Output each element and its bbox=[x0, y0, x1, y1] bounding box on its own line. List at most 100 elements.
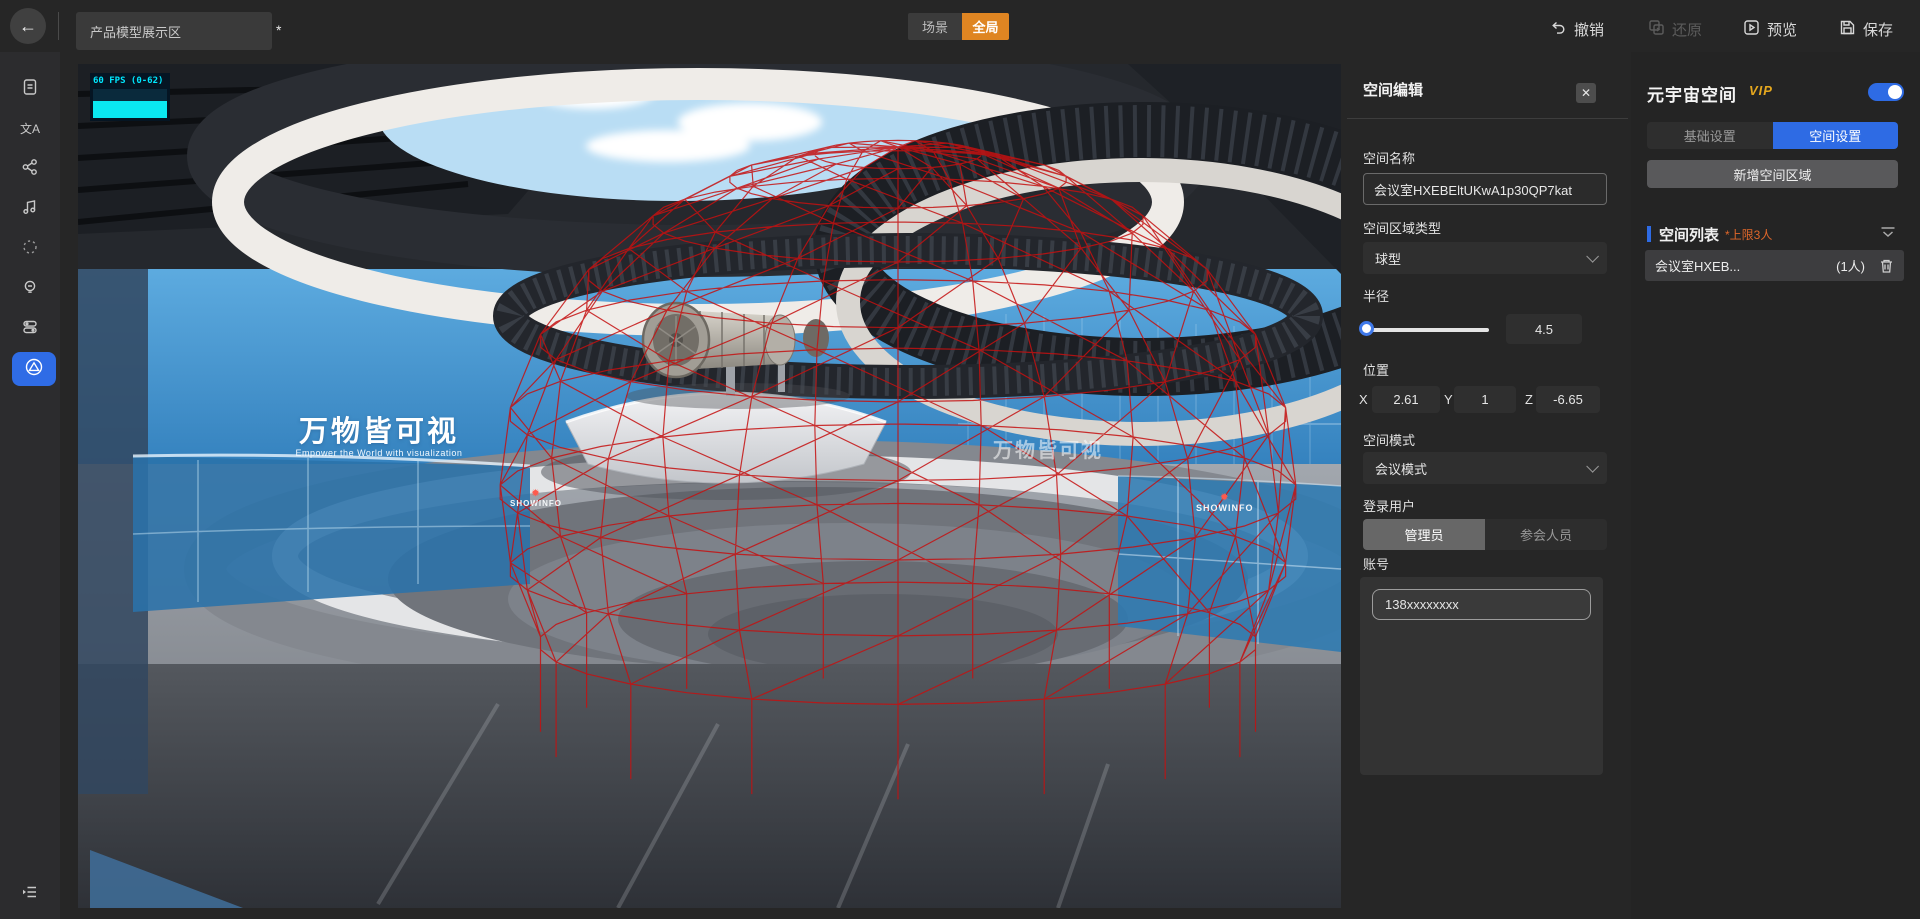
music-icon bbox=[21, 198, 39, 221]
space-list-limit: *上限3人 bbox=[1725, 226, 1772, 243]
logo-mark-icon: ✹ bbox=[1196, 492, 1254, 503]
radius-value-box[interactable]: 4.5 bbox=[1506, 314, 1582, 344]
fps-readout: 60 FPS (0-62) bbox=[90, 73, 170, 86]
trash-icon[interactable] bbox=[1879, 258, 1894, 274]
project-title-input[interactable] bbox=[76, 12, 272, 50]
axis-x-label: X bbox=[1359, 392, 1368, 407]
account-label: 账号 bbox=[1363, 554, 1389, 573]
undo-icon bbox=[1550, 19, 1567, 40]
share-icon bbox=[21, 158, 39, 181]
space-name-input[interactable] bbox=[1363, 173, 1607, 205]
showinfo-logo-right: ✹ SHOWINFO bbox=[1196, 492, 1254, 513]
space-item-count: (1人) bbox=[1836, 256, 1865, 275]
redo-label: 还原 bbox=[1672, 19, 1702, 40]
save-label: 保存 bbox=[1863, 19, 1893, 40]
sidebar-item-loading[interactable] bbox=[0, 230, 60, 268]
metaverse-title: 元宇宙空间 bbox=[1647, 81, 1737, 106]
position-z-input[interactable]: -6.65 bbox=[1536, 386, 1600, 413]
position-x-input[interactable]: 2.61 bbox=[1372, 386, 1440, 413]
login-user-label: 登录用户 bbox=[1363, 496, 1415, 515]
position-y-input[interactable]: 1 bbox=[1454, 386, 1516, 413]
save-button[interactable]: 保存 bbox=[1839, 17, 1893, 41]
fps-graph bbox=[93, 89, 167, 118]
tool-sidebar: 文A bbox=[0, 52, 60, 919]
showroom-render bbox=[78, 64, 1341, 908]
preview-label: 预览 bbox=[1767, 19, 1797, 40]
chevron-down-icon bbox=[1586, 250, 1599, 263]
position-label: 位置 bbox=[1363, 360, 1389, 379]
settings-tabs: 基础设置 空间设置 bbox=[1647, 122, 1898, 149]
sidebar-item-controls[interactable] bbox=[0, 310, 60, 348]
redo-button[interactable]: 还原 bbox=[1648, 17, 1702, 41]
top-toolbar: ← * 场景 全局 撤销 还原 预览 保存 bbox=[0, 0, 1920, 52]
axis-z-label: Z bbox=[1525, 392, 1533, 407]
preview-button[interactable]: 预览 bbox=[1743, 17, 1797, 41]
participant-tab[interactable]: 参会人员 bbox=[1485, 519, 1607, 550]
translate-icon: 文A bbox=[20, 123, 40, 135]
radius-slider-thumb[interactable] bbox=[1359, 321, 1374, 336]
menu-fold-icon bbox=[21, 883, 39, 906]
metaverse-panel: 元宇宙空间 VIP 基础设置 空间设置 新增空间区域 空间列表 *上限3人 会议… bbox=[1631, 52, 1920, 919]
space-edit-panel: 空间编辑 ✕ 空间名称 空间区域类型 球型 半径 4.5 位置 X 2.61 Y… bbox=[1341, 52, 1631, 919]
close-icon[interactable]: ✕ bbox=[1576, 83, 1596, 103]
global-mode-button[interactable]: 全局 bbox=[962, 13, 1009, 40]
back-button[interactable]: ← bbox=[10, 8, 46, 44]
scene-mode-button[interactable]: 场景 bbox=[908, 13, 962, 40]
collapse-list-icon[interactable] bbox=[1880, 226, 1896, 245]
admin-tab[interactable]: 管理员 bbox=[1363, 519, 1485, 550]
undo-label: 撤销 bbox=[1574, 19, 1604, 40]
vip-badge: VIP bbox=[1749, 83, 1773, 98]
logo-mark-icon: ✹ bbox=[510, 488, 562, 499]
restore-icon bbox=[1648, 19, 1665, 40]
sidebar-item-share[interactable] bbox=[0, 150, 60, 188]
panel-divider bbox=[1347, 118, 1628, 119]
spinner-icon bbox=[21, 238, 39, 261]
bulb-icon bbox=[21, 278, 39, 301]
toolbar-divider bbox=[58, 12, 59, 40]
space-mode-select[interactable]: 会议模式 bbox=[1363, 452, 1607, 484]
space-name-label: 空间名称 bbox=[1363, 148, 1415, 167]
space-list-header: 空间列表 *上限3人 bbox=[1647, 224, 1898, 244]
space-item-name: 会议室HXEB... bbox=[1655, 256, 1740, 275]
metaverse-toggle[interactable] bbox=[1868, 83, 1904, 101]
radius-label: 半径 bbox=[1363, 286, 1389, 305]
wall-slogan-right: 万物皆可视 bbox=[958, 434, 1138, 463]
unsaved-indicator: * bbox=[276, 22, 281, 38]
sidebar-item-space-area[interactable] bbox=[12, 352, 56, 386]
document-icon bbox=[21, 78, 39, 101]
fps-meter[interactable]: 60 FPS (0-62) bbox=[90, 73, 170, 121]
login-user-segmented: 管理员 参会人员 bbox=[1363, 519, 1607, 550]
account-input[interactable] bbox=[1372, 589, 1591, 620]
tab-basic-settings[interactable]: 基础设置 bbox=[1647, 122, 1773, 149]
space-mode-label: 空间模式 bbox=[1363, 430, 1415, 449]
wall-slogan-title: 万物皆可视 bbox=[274, 408, 484, 450]
triangle-circle-icon bbox=[24, 357, 44, 382]
panel-title: 空间编辑 bbox=[1363, 79, 1423, 100]
space-mode-value: 会议模式 bbox=[1375, 459, 1427, 478]
scene-canvas[interactable]: 万物皆可视 Empower the World with visualizati… bbox=[78, 64, 1341, 908]
space-list-item[interactable]: 会议室HXEB... (1人) bbox=[1645, 250, 1904, 281]
area-type-value: 球型 bbox=[1375, 249, 1401, 268]
save-icon bbox=[1839, 19, 1856, 40]
radius-slider-track[interactable] bbox=[1363, 328, 1489, 332]
sidebar-item-translate[interactable]: 文A bbox=[0, 110, 60, 148]
sidebar-item-document[interactable] bbox=[0, 70, 60, 108]
sidebar-collapse-button[interactable] bbox=[0, 875, 60, 913]
tab-space-settings[interactable]: 空间设置 bbox=[1773, 122, 1899, 149]
play-icon bbox=[1743, 19, 1760, 40]
sliders-icon bbox=[21, 318, 39, 341]
account-section bbox=[1360, 577, 1603, 775]
app-root: ← * 场景 全局 撤销 还原 预览 保存 bbox=[0, 0, 1920, 919]
area-type-label: 空间区域类型 bbox=[1363, 218, 1441, 237]
sidebar-item-light[interactable] bbox=[0, 270, 60, 308]
sidebar-item-music[interactable] bbox=[0, 190, 60, 228]
chevron-down-icon bbox=[1586, 460, 1599, 473]
space-list-title: 空间列表 bbox=[1659, 224, 1719, 245]
undo-button[interactable]: 撤销 bbox=[1550, 17, 1604, 41]
area-type-select[interactable]: 球型 bbox=[1363, 242, 1607, 274]
showinfo-logo-left: ✹ SHOWINFO bbox=[510, 488, 562, 508]
accent-bar bbox=[1647, 226, 1651, 242]
wall-slogan-subtitle: Empower the World with visualization bbox=[264, 448, 494, 458]
axis-y-label: Y bbox=[1444, 392, 1453, 407]
add-space-area-button[interactable]: 新增空间区域 bbox=[1647, 160, 1898, 188]
